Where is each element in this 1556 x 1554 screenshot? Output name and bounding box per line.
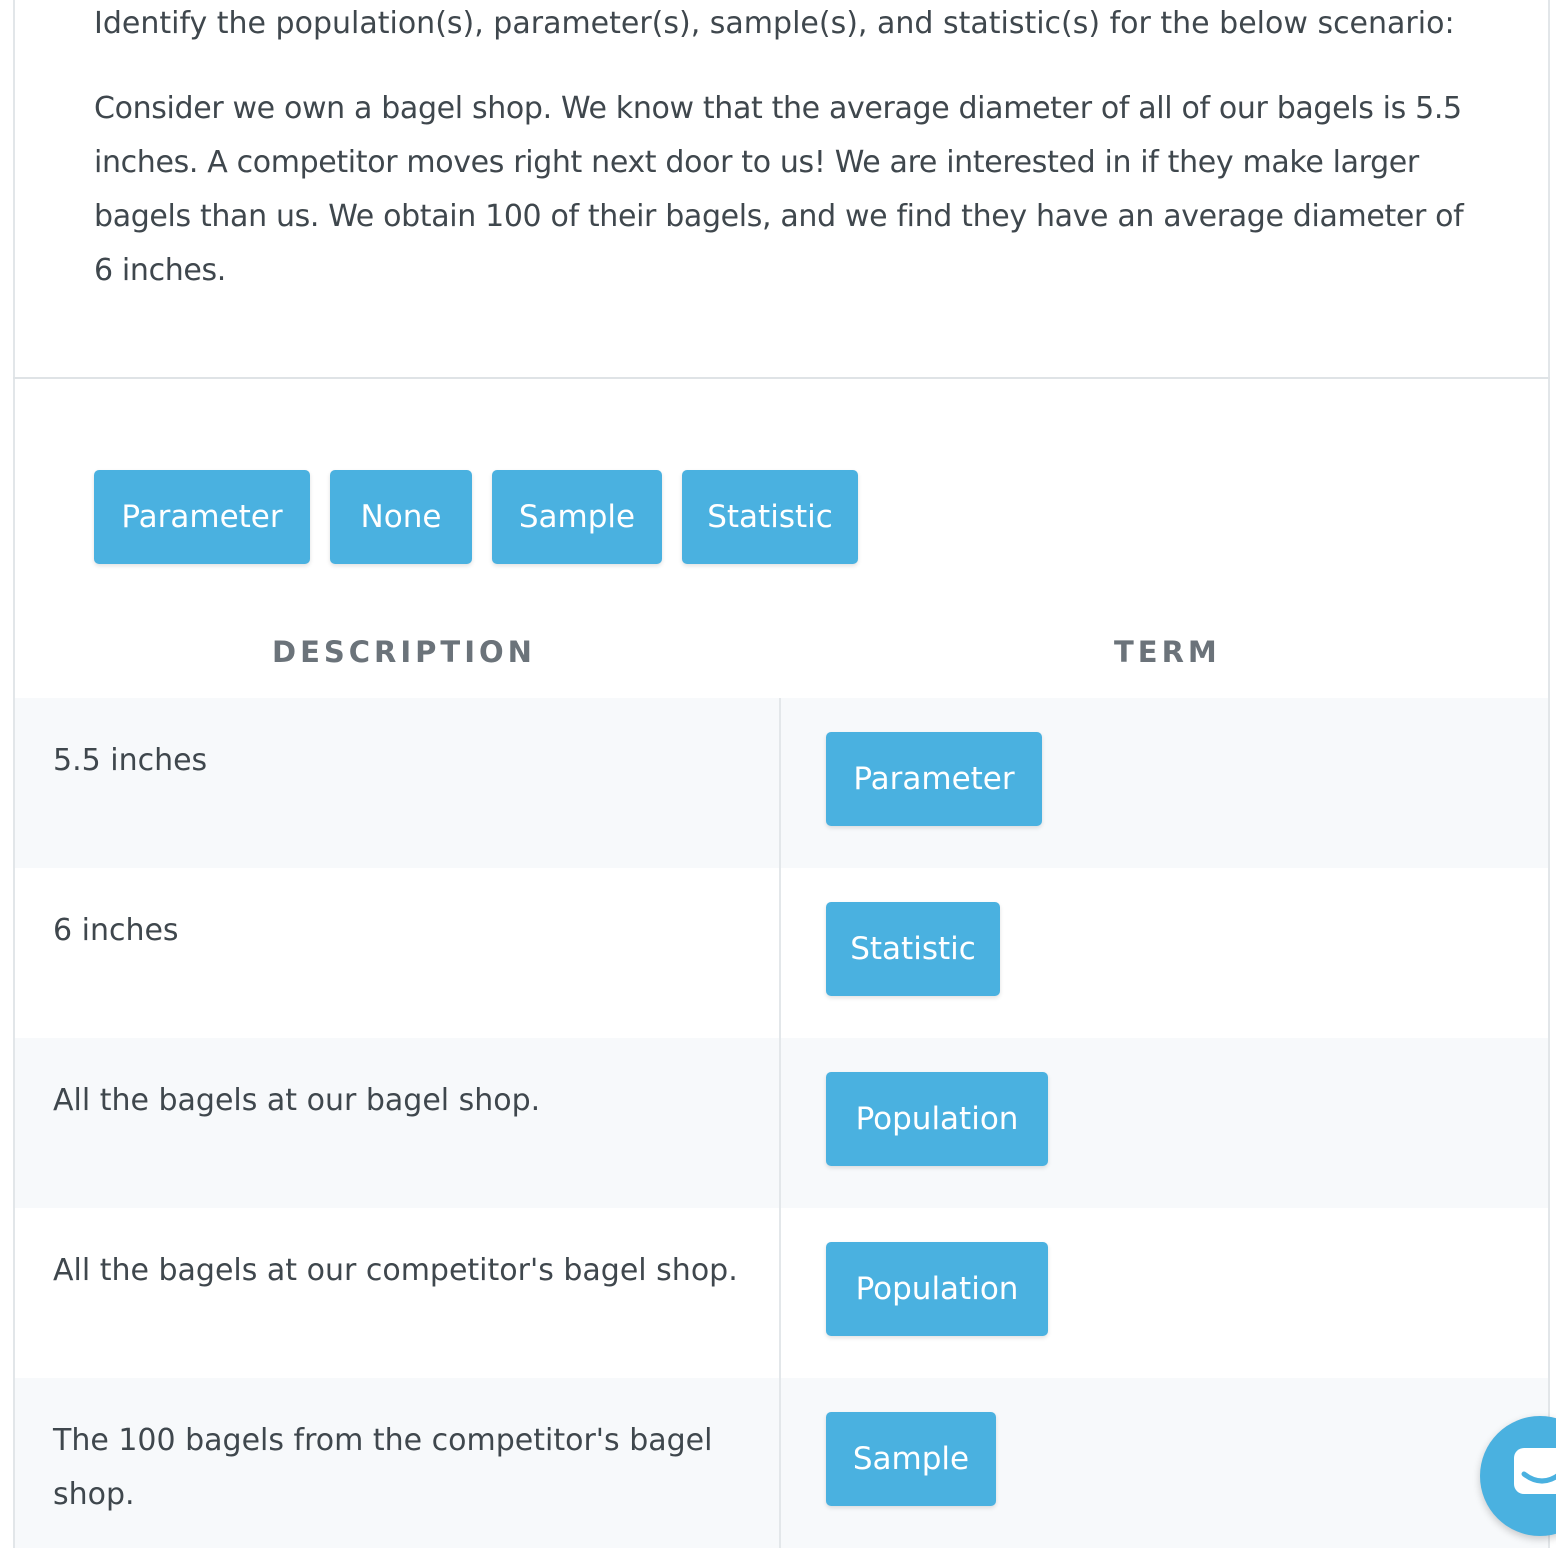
table-row: 5.5 inches Parameter [15, 698, 1548, 868]
table-row: The 100 bagels from the competitor's bag… [15, 1378, 1548, 1548]
term-slot-sample[interactable]: Sample [826, 1412, 996, 1506]
answer-chip-parameter[interactable]: Parameter [94, 470, 310, 564]
row-description: 6 inches [53, 913, 179, 948]
answer-bank: Parameter None Sample Statistic [94, 470, 878, 564]
row-description: 5.5 inches [53, 743, 208, 778]
section-divider [13, 377, 1550, 379]
answer-chip-sample[interactable]: Sample [492, 470, 662, 564]
row-description: All the bagels at our bagel shop. [53, 1083, 541, 1118]
answer-chip-none[interactable]: None [330, 470, 472, 564]
term-slot-population[interactable]: Population [826, 1072, 1048, 1166]
term-column-header: TERM [1114, 635, 1221, 669]
question-prompt: Identify the population(s), parameter(s)… [94, 6, 1455, 41]
matching-table: 5.5 inches Parameter 6 inches Statistic … [15, 698, 1548, 1548]
table-row: All the bagels at our bagel shop. Popula… [15, 1038, 1548, 1208]
row-description: All the bagels at our competitor's bagel… [53, 1253, 738, 1288]
term-slot-statistic[interactable]: Statistic [826, 902, 1000, 996]
chat-bubble-icon [1514, 1448, 1556, 1494]
answer-chip-statistic[interactable]: Statistic [682, 470, 858, 564]
table-row: 6 inches Statistic [15, 868, 1548, 1038]
scenario-text: Consider we own a bagel shop. We know th… [94, 91, 1464, 288]
table-row: All the bagels at our competitor's bagel… [15, 1208, 1548, 1378]
row-description: The 100 bagels from the competitor's bag… [53, 1423, 713, 1512]
column-divider [779, 698, 781, 1548]
term-slot-population[interactable]: Population [826, 1242, 1048, 1336]
description-column-header: DESCRIPTION [272, 635, 536, 669]
term-slot-parameter[interactable]: Parameter [826, 732, 1042, 826]
